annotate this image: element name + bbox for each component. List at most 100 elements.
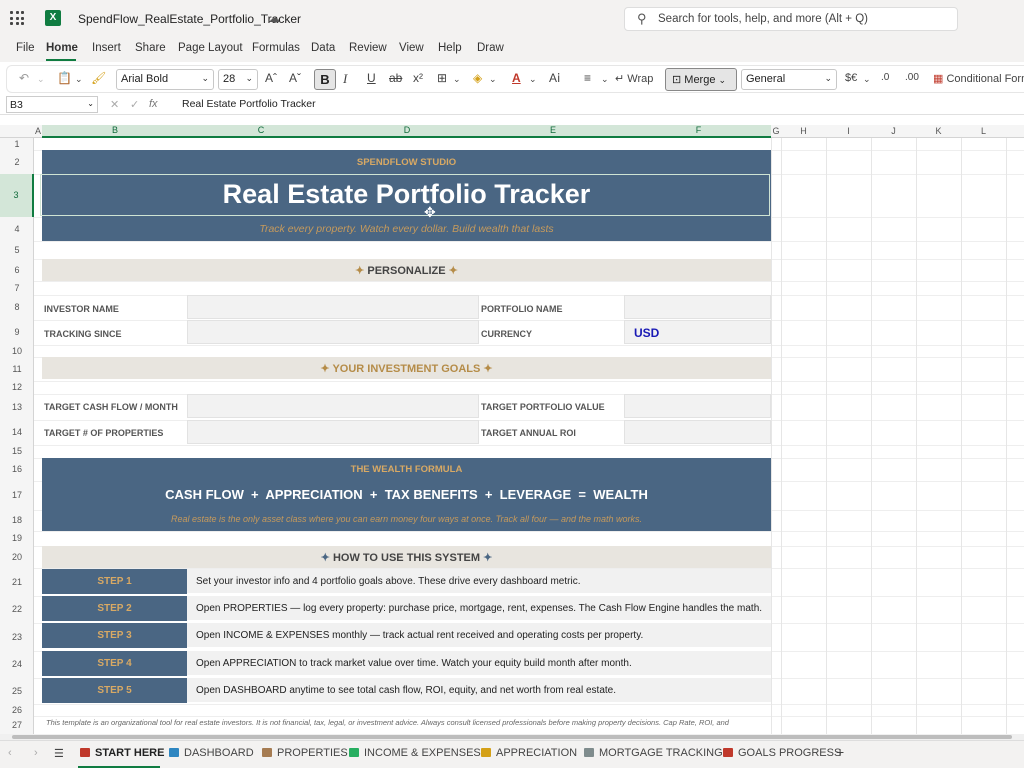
- menu-draw[interactable]: Draw: [477, 42, 504, 54]
- tab-mortgage-tracking[interactable]: MORTGAGE TRACKING: [584, 747, 723, 759]
- increase-decimal-icon[interactable]: .00: [905, 72, 919, 83]
- row-header-19[interactable]: 19: [0, 531, 34, 546]
- font-grow-icon[interactable]: Aˆ: [265, 71, 277, 85]
- row-header-3[interactable]: 3: [0, 174, 34, 217]
- tab-dashboard[interactable]: DASHBOARD: [169, 747, 254, 759]
- search-box[interactable]: ⚲ Search for tools, help, and more (Alt …: [624, 7, 958, 31]
- wrap-button[interactable]: ↵ Wrap: [615, 72, 653, 85]
- row-header-8[interactable]: 8: [0, 295, 34, 320]
- menu-data[interactable]: Data: [311, 42, 335, 54]
- investor-name-field[interactable]: [187, 295, 479, 319]
- column-header-k[interactable]: K: [916, 126, 961, 136]
- row-header-14[interactable]: 14: [0, 420, 34, 445]
- font-shrink-icon[interactable]: Aˇ: [289, 71, 301, 85]
- undo-icon[interactable]: ↶: [19, 71, 29, 85]
- fill-dropdown-icon[interactable]: ⌄: [489, 74, 497, 85]
- all-sheets-icon[interactable]: ☰: [54, 747, 64, 760]
- decrease-decimal-icon[interactable]: .0: [881, 72, 889, 83]
- menu-share[interactable]: Share: [135, 42, 166, 54]
- add-sheet-icon[interactable]: +: [836, 744, 844, 760]
- borders-dropdown-icon[interactable]: ⌄: [453, 74, 461, 85]
- italic-button[interactable]: I: [343, 71, 347, 87]
- row-header-23[interactable]: 23: [0, 623, 34, 651]
- menu-help[interactable]: Help: [438, 42, 462, 54]
- row-header-2[interactable]: 2: [0, 150, 34, 174]
- row-header-16[interactable]: 16: [0, 458, 34, 481]
- row-header-7[interactable]: 7: [0, 281, 34, 295]
- row-header-4[interactable]: 4: [0, 217, 34, 241]
- tab-income-expenses[interactable]: INCOME & EXPENSES: [349, 747, 481, 759]
- column-header-b[interactable]: B: [42, 125, 188, 138]
- portfolio-name-field[interactable]: [624, 295, 771, 319]
- format-painter-icon[interactable]: 🖌: [91, 71, 106, 85]
- superscript-icon[interactable]: x²: [413, 71, 423, 85]
- target-properties-field[interactable]: [187, 420, 479, 444]
- confirm-icon[interactable]: ✓: [130, 98, 139, 111]
- app-launcher-icon[interactable]: [10, 11, 24, 25]
- name-box[interactable]: B3 ⌄: [6, 96, 98, 113]
- row-header-26[interactable]: 26: [0, 704, 34, 716]
- row-header-10[interactable]: 10: [0, 345, 34, 357]
- row-header-17[interactable]: 17: [0, 481, 34, 510]
- row-header-25[interactable]: 25: [0, 678, 34, 704]
- prev-sheet-icon[interactable]: ‹: [8, 747, 12, 759]
- row-header-9[interactable]: 9: [0, 320, 34, 345]
- row-header-13[interactable]: 13: [0, 394, 34, 420]
- tracking-since-field[interactable]: [187, 320, 479, 344]
- align-icon[interactable]: ≡: [584, 71, 591, 85]
- font-color-icon[interactable]: A: [512, 71, 521, 85]
- paste-icon[interactable]: 📋: [57, 71, 72, 85]
- row-header-22[interactable]: 22: [0, 596, 34, 623]
- format-options-icon[interactable]: Aⅰ: [549, 71, 560, 85]
- column-header-a[interactable]: A: [34, 126, 42, 136]
- tab-properties[interactable]: PROPERTIES: [262, 747, 348, 759]
- currency-dropdown-icon[interactable]: ⌄: [863, 74, 871, 85]
- menu-formulas[interactable]: Formulas: [252, 42, 300, 54]
- row-header-15[interactable]: 15: [0, 445, 34, 458]
- bold-button[interactable]: B: [314, 69, 336, 90]
- row-header-12[interactable]: 12: [0, 381, 34, 394]
- strikethrough-button[interactable]: ab: [389, 71, 402, 85]
- scrollbar-thumb[interactable]: [12, 735, 1012, 739]
- column-header-l[interactable]: L: [961, 126, 1006, 136]
- cancel-icon[interactable]: ✕: [110, 98, 119, 111]
- column-header-e[interactable]: E: [480, 125, 626, 138]
- merge-button[interactable]: ⊡ Merge ⌄: [665, 68, 737, 91]
- row-header-18[interactable]: 18: [0, 510, 34, 531]
- column-header-f[interactable]: F: [626, 125, 771, 138]
- row-header-20[interactable]: 20: [0, 546, 34, 568]
- next-sheet-icon[interactable]: ›: [34, 747, 38, 759]
- menu-page-layout[interactable]: Page Layout: [178, 42, 243, 54]
- row-header-11[interactable]: 11: [0, 357, 34, 381]
- paste-dropdown-icon[interactable]: ⌄: [75, 74, 83, 85]
- menu-view[interactable]: View: [399, 42, 424, 54]
- tab-appreciation[interactable]: APPRECIATION: [481, 747, 577, 759]
- fill-color-icon[interactable]: ◈: [473, 71, 482, 85]
- underline-button[interactable]: U: [367, 71, 376, 85]
- column-header-g[interactable]: G: [771, 126, 781, 136]
- column-header-i[interactable]: I: [826, 126, 871, 136]
- formula-input[interactable]: Real Estate Portfolio Tracker: [182, 98, 316, 110]
- row-header-1[interactable]: 1: [0, 138, 34, 150]
- row-header-6[interactable]: 6: [0, 259, 34, 281]
- font-size-select[interactable]: 28 ⌄: [218, 69, 258, 90]
- worksheet-grid[interactable]: SPENDFLOW STUDIO Real Estate Portfolio T…: [34, 138, 1024, 734]
- tab-start-here[interactable]: START HERE: [80, 747, 164, 759]
- menu-review[interactable]: Review: [349, 42, 387, 54]
- cloud-saved-icon[interactable]: ☁: [268, 11, 280, 25]
- conditional-format-button[interactable]: ▦ Conditional Forn: [933, 72, 1024, 85]
- borders-icon[interactable]: ⊞: [437, 71, 447, 85]
- menu-file[interactable]: File: [16, 42, 35, 54]
- target-portfolio-value-field[interactable]: [624, 394, 771, 418]
- align-dropdown-icon[interactable]: ⌄: [601, 74, 609, 85]
- undo-dropdown-icon[interactable]: ⌄: [37, 74, 45, 85]
- target-roi-field[interactable]: [624, 420, 771, 444]
- tab-goals-progress[interactable]: GOALS PROGRESS: [723, 747, 841, 759]
- number-format-select[interactable]: General ⌄: [741, 69, 837, 90]
- menu-insert[interactable]: Insert: [92, 42, 121, 54]
- row-header-21[interactable]: 21: [0, 568, 34, 596]
- row-header-24[interactable]: 24: [0, 651, 34, 678]
- row-header-5[interactable]: 5: [0, 241, 34, 259]
- column-header-d[interactable]: D: [334, 125, 480, 138]
- font-color-dropdown-icon[interactable]: ⌄: [529, 74, 537, 85]
